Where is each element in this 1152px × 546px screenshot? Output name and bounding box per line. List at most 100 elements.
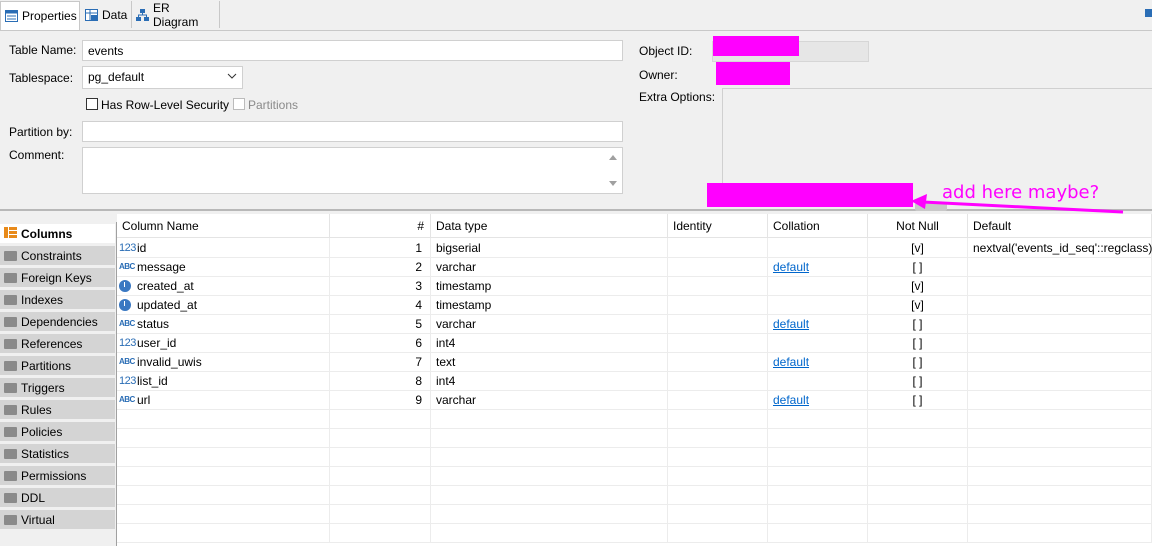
column-header-name[interactable]: Column Name [117, 214, 330, 238]
tab-properties[interactable]: Properties [0, 1, 80, 30]
nav-item-statistics[interactable]: Statistics [0, 444, 115, 464]
cell-collation[interactable]: default [768, 352, 868, 371]
cell-default[interactable] [968, 390, 1152, 409]
cell-not-null[interactable]: [v] [868, 276, 968, 295]
collation-link[interactable]: default [773, 355, 809, 369]
column-header-collation[interactable]: Collation [768, 214, 868, 238]
cell-type[interactable]: timestamp [431, 276, 668, 295]
table-name-input[interactable]: events [82, 40, 623, 61]
cell-name[interactable]: ABC invalid_uwis [117, 352, 330, 371]
overflow-icon[interactable] [1145, 9, 1152, 17]
nav-item-policies[interactable]: Policies [0, 422, 115, 442]
cell-identity[interactable] [668, 295, 768, 314]
table-row[interactable]: created_at 3 timestamp [v] [117, 276, 1152, 296]
nav-item-virtual[interactable]: Virtual [0, 510, 115, 530]
cell-collation[interactable] [768, 371, 868, 390]
cell-name[interactable]: ABC status [117, 314, 330, 333]
cell-type[interactable]: varchar [431, 390, 668, 409]
cell-not-null[interactable]: [ ] [868, 314, 968, 333]
table-row[interactable]: updated_at 4 timestamp [v] [117, 295, 1152, 315]
cell-num[interactable]: 7 [330, 352, 431, 371]
cell-collation[interactable]: default [768, 257, 868, 276]
cell-default[interactable] [968, 371, 1152, 390]
cell-num[interactable]: 1 [330, 238, 431, 257]
cell-default[interactable]: nextval('events_id_seq'::regclass) [968, 238, 1152, 257]
cell-identity[interactable] [668, 314, 768, 333]
cell-type[interactable]: varchar [431, 314, 668, 333]
cell-num[interactable]: 9 [330, 390, 431, 409]
cell-collation[interactable]: default [768, 314, 868, 333]
cell-not-null[interactable]: [v] [868, 238, 968, 257]
cell-type[interactable]: bigserial [431, 238, 668, 257]
cell-default[interactable] [968, 257, 1152, 276]
partition-by-input[interactable] [82, 121, 623, 142]
cell-default[interactable] [968, 276, 1152, 295]
column-header-identity[interactable]: Identity [668, 214, 768, 238]
nav-item-permissions[interactable]: Permissions [0, 466, 115, 486]
cell-collation[interactable] [768, 276, 868, 295]
collation-link[interactable]: default [773, 260, 809, 274]
cell-collation[interactable] [768, 238, 868, 257]
cell-identity[interactable] [668, 390, 768, 409]
cell-name[interactable]: created_at [117, 276, 330, 295]
column-header-default[interactable]: Default [968, 214, 1152, 238]
cell-identity[interactable] [668, 371, 768, 390]
cell-num[interactable]: 5 [330, 314, 431, 333]
tablespace-select[interactable]: pg_default [82, 66, 243, 89]
column-header-not-null[interactable]: Not Null [868, 214, 968, 238]
partitions-checkbox[interactable] [233, 98, 245, 110]
cell-not-null[interactable]: [ ] [868, 390, 968, 409]
nav-item-indexes[interactable]: Indexes [0, 290, 115, 310]
cell-default[interactable] [968, 333, 1152, 352]
cell-name[interactable]: updated_at [117, 295, 330, 314]
table-row[interactable]: 123 user_id 6 int4 [ ] [117, 333, 1152, 353]
cell-type[interactable]: int4 [431, 333, 668, 352]
cell-identity[interactable] [668, 238, 768, 257]
nav-item-foreign-keys[interactable]: Foreign Keys [0, 268, 115, 288]
cell-identity[interactable] [668, 333, 768, 352]
cell-default[interactable] [968, 314, 1152, 333]
cell-name[interactable]: 123 id [117, 238, 330, 257]
cell-not-null[interactable]: [v] [868, 295, 968, 314]
tab-er-diagram[interactable]: ER Diagram [132, 1, 220, 29]
cell-not-null[interactable]: [ ] [868, 333, 968, 352]
nav-item-ddl[interactable]: DDL [0, 488, 115, 508]
nav-item-columns[interactable]: Columns [0, 224, 115, 244]
cell-not-null[interactable]: [ ] [868, 371, 968, 390]
cell-collation[interactable] [768, 333, 868, 352]
tab-data[interactable]: Data [81, 1, 132, 28]
nav-item-dependencies[interactable]: Dependencies [0, 312, 115, 332]
cell-name[interactable]: ABC message [117, 257, 330, 276]
cell-collation[interactable] [768, 295, 868, 314]
collation-link[interactable]: default [773, 317, 809, 331]
cell-name[interactable]: 123 user_id [117, 333, 330, 352]
nav-item-triggers[interactable]: Triggers [0, 378, 115, 398]
cell-type[interactable]: int4 [431, 371, 668, 390]
collation-link[interactable]: default [773, 393, 809, 407]
cell-identity[interactable] [668, 352, 768, 371]
cell-not-null[interactable]: [ ] [868, 352, 968, 371]
table-row[interactable]: ABC invalid_uwis 7 text default [ ] [117, 352, 1152, 372]
cell-not-null[interactable]: [ ] [868, 257, 968, 276]
cell-num[interactable]: 2 [330, 257, 431, 276]
column-header-data-type[interactable]: Data type [431, 214, 668, 238]
cell-default[interactable] [968, 295, 1152, 314]
cell-name[interactable]: ABC url [117, 390, 330, 409]
cell-name[interactable]: 123 list_id [117, 371, 330, 390]
cell-num[interactable]: 3 [330, 276, 431, 295]
comment-textarea[interactable] [82, 147, 623, 194]
cell-collation[interactable]: default [768, 390, 868, 409]
nav-item-constraints[interactable]: Constraints [0, 246, 115, 266]
cell-num[interactable]: 4 [330, 295, 431, 314]
cell-identity[interactable] [668, 276, 768, 295]
cell-num[interactable]: 6 [330, 333, 431, 352]
column-header-number[interactable]: # [330, 214, 431, 238]
cell-default[interactable] [968, 352, 1152, 371]
table-row[interactable]: ABC url 9 varchar default [ ] [117, 390, 1152, 410]
cell-num[interactable]: 8 [330, 371, 431, 390]
comment-scrollbar[interactable] [606, 150, 620, 190]
row-level-security-checkbox[interactable] [86, 98, 98, 110]
table-row[interactable]: 123 list_id 8 int4 [ ] [117, 371, 1152, 391]
cell-type[interactable]: timestamp [431, 295, 668, 314]
nav-item-rules[interactable]: Rules [0, 400, 115, 420]
